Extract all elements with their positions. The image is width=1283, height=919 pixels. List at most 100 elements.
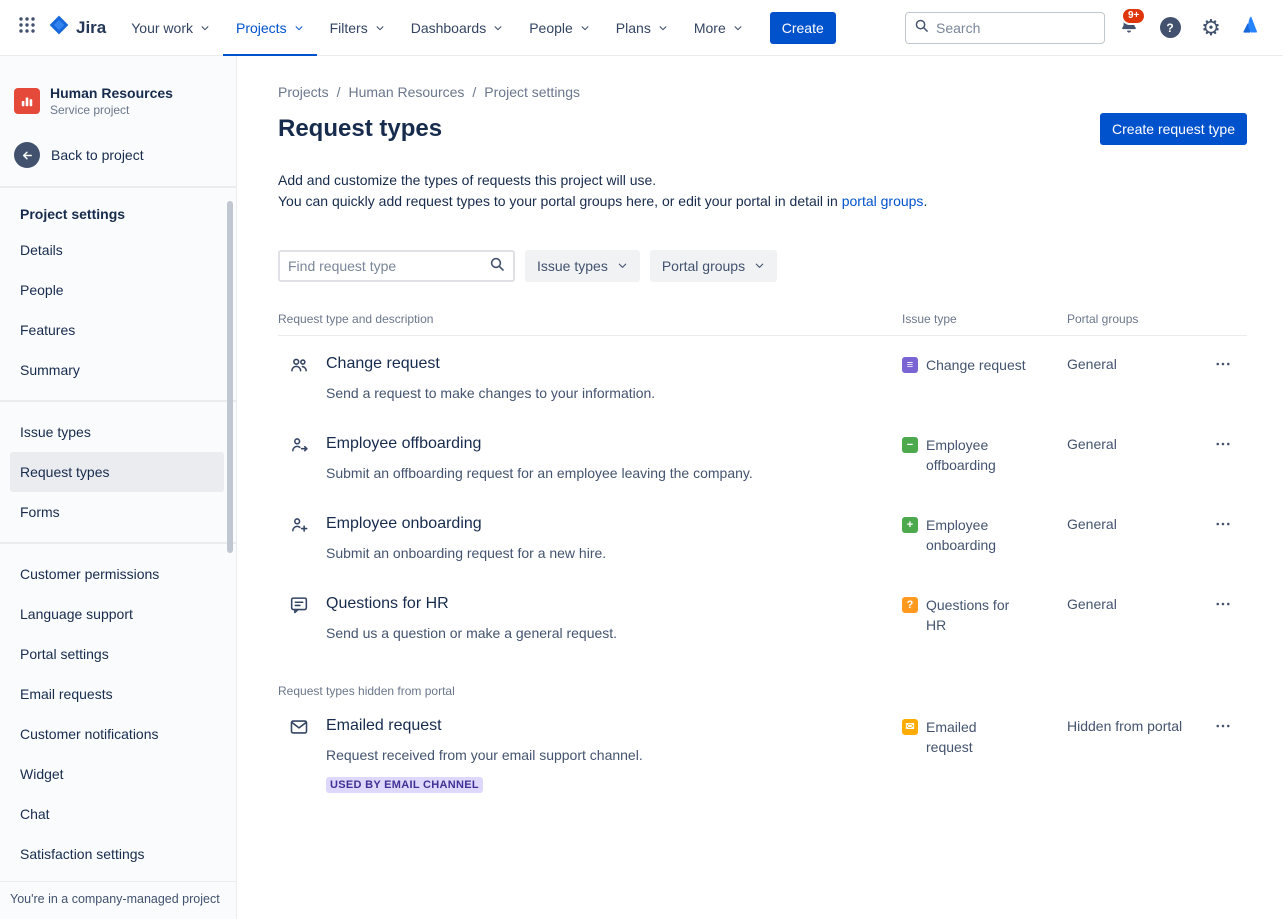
search-icon (914, 18, 929, 38)
create-button[interactable]: Create (770, 12, 836, 44)
back-to-project-label: Back to project (51, 147, 144, 163)
portal-groups-link[interactable]: portal groups (842, 193, 924, 209)
portal-groups-dropdown-label: Portal groups (662, 258, 745, 274)
sidebar-item-chat[interactable]: Chat (10, 794, 224, 834)
chevron-down-icon (580, 20, 590, 36)
request-type-description: Submit an offboarding request for an emp… (326, 463, 753, 483)
sidebar-item-request-types[interactable]: Request types (10, 452, 224, 492)
request-type-name-link[interactable]: Emailed request (326, 715, 442, 736)
sidebar-item-widget[interactable]: Widget (10, 754, 224, 794)
sidebar-divider (0, 542, 236, 544)
request-type-name-link[interactable]: Employee onboarding (326, 513, 482, 534)
breadcrumb-human-resources[interactable]: Human Resources (348, 84, 464, 100)
column-header-issue-type: Issue type (902, 312, 1067, 326)
sidebar-item-satisfaction-settings[interactable]: Satisfaction settings (10, 834, 224, 874)
jira-logo[interactable]: Jira (44, 14, 118, 41)
nav-label: Dashboards (411, 20, 487, 36)
app-switcher-button[interactable] (10, 11, 44, 45)
more-horizontal-icon (1214, 717, 1232, 738)
more-horizontal-icon (1214, 435, 1232, 456)
sidebar-item-details[interactable]: Details (10, 230, 224, 270)
chevron-down-icon (754, 258, 765, 274)
nav-more[interactable]: More (681, 0, 756, 56)
back-to-project-button[interactable]: Back to project (10, 134, 224, 176)
project-name: Human Resources (50, 84, 173, 102)
sidebar-item-summary[interactable]: Summary (10, 350, 224, 390)
row-more-actions-button[interactable] (1207, 433, 1239, 457)
atlassian-logo[interactable] (1235, 11, 1269, 45)
nav-label: Plans (616, 20, 651, 36)
row-more-actions-button[interactable] (1207, 353, 1239, 377)
request-type-row: Employee offboarding Submit an offboardi… (278, 416, 1247, 496)
sidebar-item-issue-types[interactable]: Issue types (10, 412, 224, 452)
sidebar-item-customer-notifications[interactable]: Customer notifications (10, 714, 224, 754)
nav-your-work[interactable]: Your work (118, 0, 223, 56)
sidebar-item-forms[interactable]: Forms (10, 492, 224, 532)
description-line-2-suffix: . (923, 193, 927, 209)
nav-dashboards[interactable]: Dashboards (398, 0, 517, 56)
sidebar-item-email-requests[interactable]: Email requests (10, 674, 224, 714)
issue-type-label: Employee onboarding (926, 515, 1026, 555)
sidebar-item-people[interactable]: People (10, 270, 224, 310)
create-request-type-button[interactable]: Create request type (1100, 113, 1247, 145)
comment-icon (288, 594, 310, 616)
issue-type-icon: ✉ (902, 719, 918, 735)
search-icon (489, 256, 505, 277)
nav-people[interactable]: People (516, 0, 603, 56)
nav-label: Your work (131, 20, 193, 36)
sidebar-item-features[interactable]: Features (10, 310, 224, 350)
table-header: Request type and description Issue type … (278, 312, 1247, 336)
request-type-name-link[interactable]: Questions for HR (326, 593, 449, 614)
portal-group-value: General (1067, 513, 1207, 563)
nav-plans[interactable]: Plans (603, 0, 681, 56)
issue-type-label: Change request (926, 355, 1026, 375)
portal-groups-dropdown[interactable]: Portal groups (650, 250, 777, 282)
chevron-down-icon (733, 20, 743, 36)
issue-type-label: Employee offboarding (926, 435, 1026, 475)
settings-button[interactable]: ⚙ (1194, 11, 1228, 45)
request-type-row: Change request Send a request to make ch… (278, 336, 1247, 416)
hidden-section-label: Request types hidden from portal (278, 684, 1247, 698)
project-avatar (14, 88, 40, 114)
sidebar-divider (0, 186, 236, 188)
notifications-button[interactable]: 9+ (1112, 11, 1146, 45)
portal-group-value: Hidden from portal (1067, 715, 1207, 793)
issue-types-dropdown[interactable]: Issue types (525, 250, 640, 282)
sidebar-item-language-support[interactable]: Language support (10, 594, 224, 634)
nav-filters[interactable]: Filters (317, 0, 398, 56)
breadcrumb-separator: / (337, 84, 341, 100)
request-type-row: Employee onboarding Submit an onboarding… (278, 496, 1247, 576)
request-type-name-link[interactable]: Change request (326, 353, 440, 374)
row-more-actions-button[interactable] (1207, 513, 1239, 537)
issue-type-icon: − (902, 437, 918, 453)
more-horizontal-icon (1214, 355, 1232, 376)
row-more-actions-button[interactable] (1207, 715, 1239, 739)
gear-icon: ⚙ (1201, 17, 1221, 39)
issue-type-icon: + (902, 517, 918, 533)
portal-group-value: General (1067, 433, 1207, 483)
search-input[interactable] (936, 20, 1117, 36)
jira-logo-text: Jira (76, 18, 106, 38)
request-type-description: Send us a question or make a general req… (326, 623, 617, 643)
chevron-down-icon (658, 20, 668, 36)
sidebar-item-customer-permissions[interactable]: Customer permissions (10, 554, 224, 594)
project-type: Service project (50, 102, 173, 118)
row-more-actions-button[interactable] (1207, 593, 1239, 617)
breadcrumb-project-settings[interactable]: Project settings (484, 84, 580, 100)
chevron-down-icon (200, 20, 210, 36)
project-header: Human Resources Service project (10, 82, 224, 120)
find-request-type-input[interactable] (288, 258, 489, 274)
chevron-down-icon (493, 20, 503, 36)
nav-label: People (529, 20, 573, 36)
global-search (905, 12, 1105, 44)
issue-type-icon: ? (902, 597, 918, 613)
project-type-footer: You're in a company-managed project (0, 881, 237, 919)
nav-projects[interactable]: Projects (223, 0, 317, 56)
breadcrumb-projects[interactable]: Projects (278, 84, 329, 100)
column-header-request-type: Request type and description (278, 312, 902, 326)
jira-mark-icon (48, 14, 70, 41)
request-type-name-link[interactable]: Employee offboarding (326, 433, 481, 454)
help-button[interactable]: ? (1153, 11, 1187, 45)
sidebar-scrollbar[interactable] (227, 201, 233, 553)
sidebar-item-portal-settings[interactable]: Portal settings (10, 634, 224, 674)
